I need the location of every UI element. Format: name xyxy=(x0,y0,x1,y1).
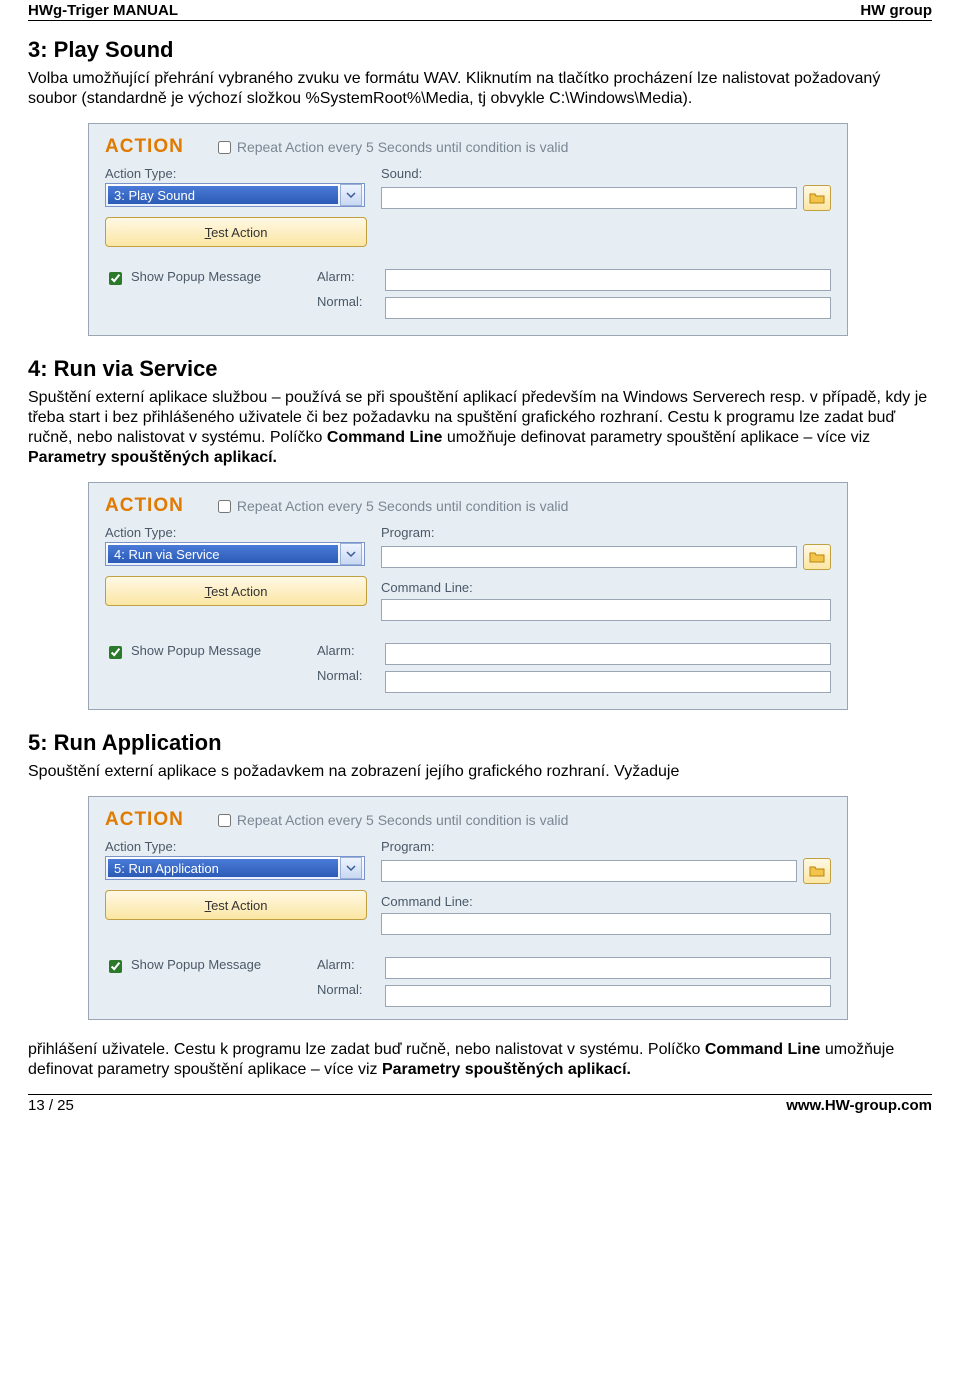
cmdline-label: Command Line: xyxy=(381,894,831,909)
test-action-label: TTest Actionest Action xyxy=(205,225,268,240)
header-right: HW group xyxy=(860,2,932,19)
sound-label: Sound: xyxy=(381,166,831,181)
action-type-value: 3: Play Sound xyxy=(108,186,338,204)
normal-input[interactable] xyxy=(385,297,831,319)
section5-para-bottom: přihlášení uživatele. Cestu k programu l… xyxy=(28,1040,932,1080)
program-input[interactable] xyxy=(381,860,797,882)
action-title: ACTION xyxy=(105,495,184,517)
alarm-input[interactable] xyxy=(385,269,831,291)
action-type-label: Action Type: xyxy=(105,166,365,181)
alarm-label: Alarm: xyxy=(317,957,373,972)
chevron-down-icon[interactable] xyxy=(340,184,362,206)
normal-input[interactable] xyxy=(385,985,831,1007)
header-left: HWg-Triger MANUAL xyxy=(28,2,178,19)
action-type-value: 5: Run Application xyxy=(108,859,338,877)
section5-para-top: Spouštění externí aplikace s požadavkem … xyxy=(28,762,932,782)
action-type-label: Action Type: xyxy=(105,525,365,540)
section4-para: Spuštění externí aplikace službou – použ… xyxy=(28,388,932,468)
normal-input[interactable] xyxy=(385,671,831,693)
section5-title: 5: Run Application xyxy=(28,730,932,756)
alarm-label: Alarm: xyxy=(317,269,373,284)
repeat-label: Repeat Action every 5 Seconds until cond… xyxy=(237,812,569,828)
cmdline-label: Command Line: xyxy=(381,580,831,595)
action-title: ACTION xyxy=(105,136,184,158)
show-popup-checkbox[interactable] xyxy=(109,272,122,285)
folder-open-icon xyxy=(809,550,825,564)
action-type-value: 4: Run via Service xyxy=(108,545,338,563)
sound-input[interactable] xyxy=(381,187,797,209)
alarm-input[interactable] xyxy=(385,643,831,665)
repeat-checkbox[interactable] xyxy=(218,814,231,827)
normal-label: Normal: xyxy=(317,668,373,683)
test-action-button[interactable]: Test Action xyxy=(105,890,367,920)
action-type-select[interactable]: 3: Play Sound xyxy=(105,183,365,207)
test-action-label: Test Action xyxy=(205,898,268,913)
browse-button[interactable] xyxy=(803,185,831,211)
test-action-button[interactable]: Test Action xyxy=(105,576,367,606)
chevron-down-icon[interactable] xyxy=(340,543,362,565)
footer-url: www.HW-group.com xyxy=(786,1097,932,1114)
action-panel-3: ACTION Repeat Action every 5 Seconds unt… xyxy=(88,123,848,336)
action-panel-4: ACTION Repeat Action every 5 Seconds unt… xyxy=(88,482,848,710)
normal-label: Normal: xyxy=(317,294,373,309)
alarm-input[interactable] xyxy=(385,957,831,979)
repeat-checkbox[interactable] xyxy=(218,141,231,154)
normal-label: Normal: xyxy=(317,982,373,997)
repeat-label: Repeat Action every 5 Seconds until cond… xyxy=(237,498,569,514)
folder-open-icon xyxy=(809,191,825,205)
program-input[interactable] xyxy=(381,546,797,568)
action-panel-5: ACTION Repeat Action every 5 Seconds unt… xyxy=(88,796,848,1020)
repeat-label: Repeat Action every 5 Seconds until cond… xyxy=(237,139,569,155)
program-label: Program: xyxy=(381,839,831,854)
program-label: Program: xyxy=(381,525,831,540)
test-action-button[interactable]: TTest Actionest Action xyxy=(105,217,367,247)
section4-title: 4: Run via Service xyxy=(28,356,932,382)
action-title: ACTION xyxy=(105,809,184,831)
alarm-label: Alarm: xyxy=(317,643,373,658)
chevron-down-icon[interactable] xyxy=(340,857,362,879)
browse-button[interactable] xyxy=(803,858,831,884)
test-action-label: Test Action xyxy=(205,584,268,599)
cmdline-input[interactable] xyxy=(381,913,831,935)
show-popup-label: Show Popup Message xyxy=(131,269,261,284)
show-popup-label: Show Popup Message xyxy=(131,643,261,658)
show-popup-checkbox[interactable] xyxy=(109,960,122,973)
folder-open-icon xyxy=(809,864,825,878)
repeat-checkbox[interactable] xyxy=(218,500,231,513)
footer-page: 13 / 25 xyxy=(28,1097,74,1114)
cmdline-input[interactable] xyxy=(381,599,831,621)
show-popup-checkbox[interactable] xyxy=(109,646,122,659)
show-popup-label: Show Popup Message xyxy=(131,957,261,972)
section3-para: Volba umožňující přehrání vybraného zvuk… xyxy=(28,69,932,109)
browse-button[interactable] xyxy=(803,544,831,570)
action-type-label: Action Type: xyxy=(105,839,365,854)
section3-title: 3: Play Sound xyxy=(28,37,932,63)
action-type-select[interactable]: 5: Run Application xyxy=(105,856,365,880)
action-type-select[interactable]: 4: Run via Service xyxy=(105,542,365,566)
